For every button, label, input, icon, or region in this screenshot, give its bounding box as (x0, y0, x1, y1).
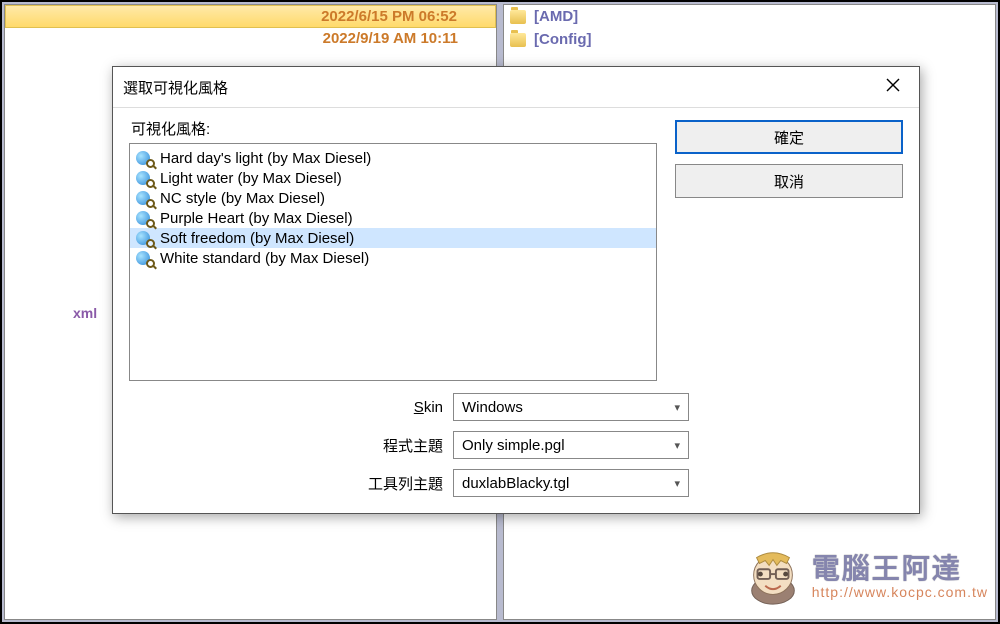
cancel-button[interactable]: 取消 (675, 164, 903, 198)
list-item-label: Purple Heart (by Max Diesel) (160, 210, 353, 227)
file-row[interactable]: 2022/9/19 AM 10:11 (5, 28, 496, 49)
theme-value: Only simple.pgl (462, 437, 565, 454)
row-name: 2022/9/19 AM 10:11 (13, 30, 488, 47)
list-item-icon (136, 229, 154, 247)
chevron-down-icon: ▾ (674, 401, 680, 414)
row-name: 2022/6/15 PM 06:52 (14, 8, 487, 25)
list-item-icon (136, 249, 154, 267)
list-item-label: NC style (by Max Diesel) (160, 190, 325, 207)
ok-button[interactable]: 確定 (675, 120, 903, 154)
xml-ext-label: xml (73, 305, 97, 321)
folder-row[interactable]: [Config] (504, 28, 995, 51)
list-item-icon (136, 169, 154, 187)
style-list-item[interactable]: Soft freedom (by Max Diesel) (130, 228, 656, 248)
list-item-icon (136, 209, 154, 227)
folder-label: [AMD] (534, 8, 578, 25)
folder-row[interactable]: [AMD] (504, 5, 995, 28)
visual-style-dialog: 選取可視化風格 可視化風格: Hard day's light (by Max … (112, 66, 920, 514)
theme-combobox[interactable]: Only simple.pgl ▾ (453, 431, 689, 459)
row-date: 2022/9/19 AM 10:11 (323, 30, 458, 47)
chevron-down-icon: ▾ (674, 439, 680, 452)
style-list-label: 可視化風格: (129, 118, 657, 139)
skin-label: Skin (129, 399, 443, 416)
watermark-url: http://www.kocpc.com.tw (812, 585, 988, 600)
folder-icon (510, 33, 526, 47)
file-row[interactable]: 2022/6/15 PM 06:52 (5, 5, 496, 28)
watermark-face-icon (742, 546, 804, 608)
list-item-label: Hard day's light (by Max Diesel) (160, 150, 371, 167)
toolbar-theme-label: 工具列主題 (129, 473, 443, 494)
list-item-label: Soft freedom (by Max Diesel) (160, 230, 354, 247)
list-item-icon (136, 189, 154, 207)
toolbar-theme-combobox[interactable]: duxlabBlacky.tgl ▾ (453, 469, 689, 497)
toolbar-theme-value: duxlabBlacky.tgl (462, 475, 569, 492)
style-listbox[interactable]: Hard day's light (by Max Diesel) Light wa… (129, 143, 657, 381)
style-list-item[interactable]: Light water (by Max Diesel) (130, 168, 656, 188)
chevron-down-icon: ▾ (674, 477, 680, 490)
skin-combobox[interactable]: Windows ▾ (453, 393, 689, 421)
dialog-title: 選取可視化風格 (123, 77, 875, 98)
list-item-icon (136, 149, 154, 167)
skin-value: Windows (462, 399, 523, 416)
titlebar[interactable]: 選取可視化風格 (113, 67, 919, 108)
watermark-title: 電腦王阿達 (812, 554, 988, 585)
list-item-label: White standard (by Max Diesel) (160, 250, 369, 267)
folder-icon (510, 10, 526, 24)
row-date: 2022/6/15 PM 06:52 (321, 8, 457, 25)
folder-label: [Config] (534, 31, 591, 48)
style-list-item[interactable]: White standard (by Max Diesel) (130, 248, 656, 268)
list-item-label: Light water (by Max Diesel) (160, 170, 342, 187)
theme-label: 程式主題 (129, 435, 443, 456)
close-button[interactable] (875, 73, 911, 101)
style-list-item[interactable]: NC style (by Max Diesel) (130, 188, 656, 208)
close-icon (886, 78, 900, 97)
style-list-item[interactable]: Purple Heart (by Max Diesel) (130, 208, 656, 228)
style-list-item[interactable]: Hard day's light (by Max Diesel) (130, 148, 656, 168)
watermark: 電腦王阿達 http://www.kocpc.com.tw (742, 546, 988, 608)
